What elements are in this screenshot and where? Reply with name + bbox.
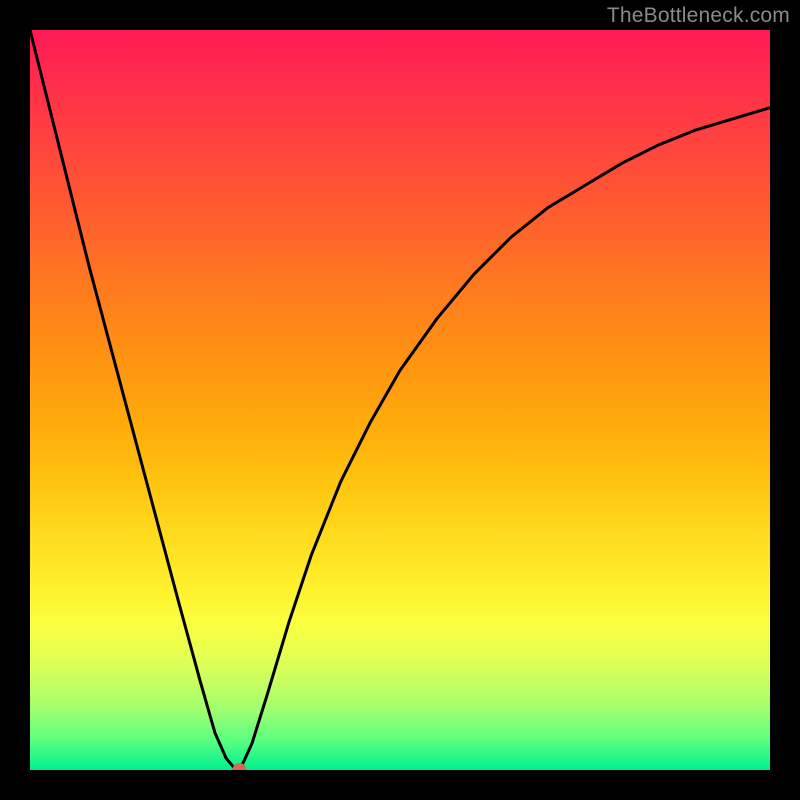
bottleneck-curve [30, 30, 770, 770]
plot-area [30, 30, 770, 770]
optimum-marker [232, 763, 246, 770]
watermark-text: TheBottleneck.com [607, 4, 790, 28]
curve-layer [30, 30, 770, 770]
chart-frame: TheBottleneck.com [0, 0, 800, 800]
